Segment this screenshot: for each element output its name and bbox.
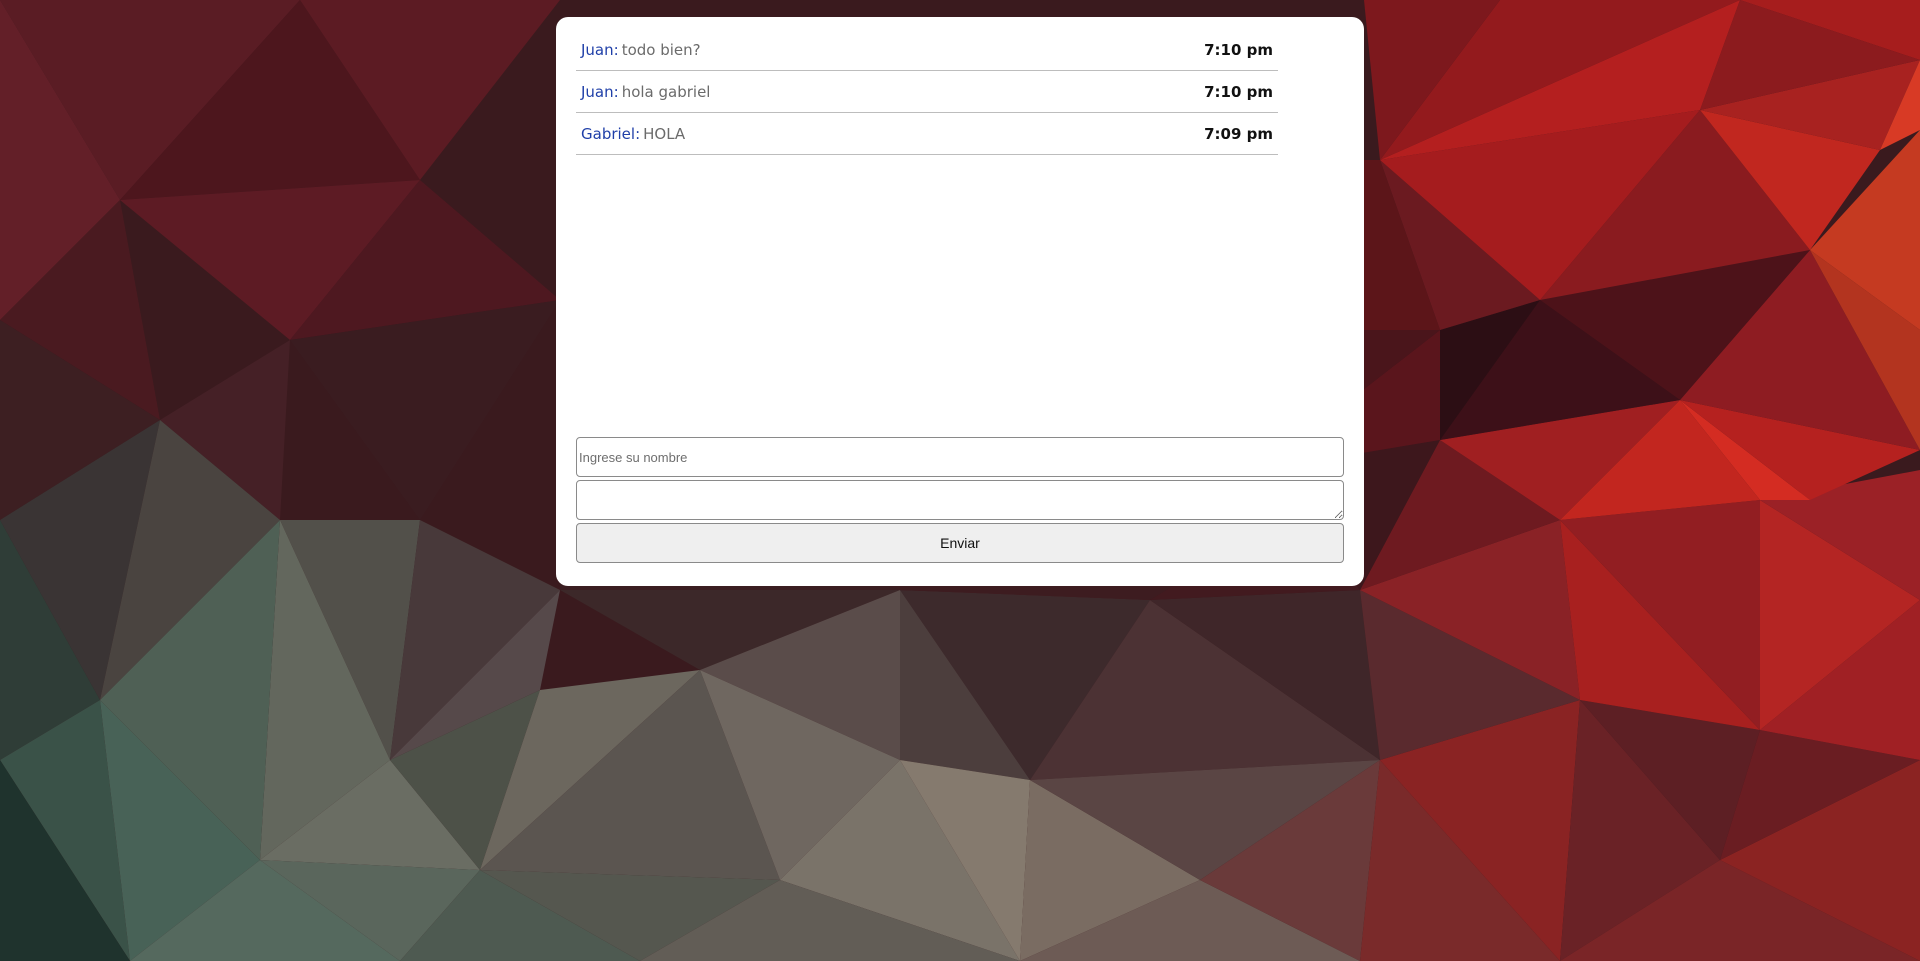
message-form: Enviar [576, 437, 1344, 563]
message-row: Gabriel: HOLA 7:09 pm [576, 113, 1278, 155]
message-text: HOLA [643, 124, 686, 143]
name-input[interactable] [576, 437, 1344, 477]
message-time: 7:09 pm [1204, 124, 1273, 143]
message-sender: Juan: [581, 82, 619, 101]
message-sender: Gabriel: [581, 124, 641, 143]
message-content: Gabriel: HOLA [581, 125, 685, 143]
message-content: Juan: hola gabriel [581, 83, 710, 101]
message-text: todo bien? [621, 40, 701, 59]
message-list: Juan: todo bien? 7:10 pm Juan: hola gabr… [576, 29, 1278, 155]
message-sender: Juan: [581, 40, 619, 59]
chat-card: Juan: todo bien? 7:10 pm Juan: hola gabr… [556, 17, 1364, 586]
message-time: 7:10 pm [1204, 40, 1273, 59]
message-time: 7:10 pm [1204, 82, 1273, 101]
message-row: Juan: todo bien? 7:10 pm [576, 29, 1278, 71]
message-content: Juan: todo bien? [581, 41, 701, 59]
message-text: hola gabriel [621, 82, 711, 101]
send-button[interactable]: Enviar [576, 523, 1344, 563]
message-textarea[interactable] [576, 480, 1344, 520]
message-row: Juan: hola gabriel 7:10 pm [576, 71, 1278, 113]
